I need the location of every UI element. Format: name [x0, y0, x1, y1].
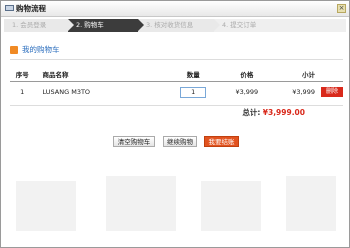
- divider: [10, 59, 343, 60]
- cart-title[interactable]: 我的购物车: [22, 44, 60, 56]
- rss-icon: [10, 46, 18, 54]
- column-header: 商品名称: [34, 67, 165, 82]
- quantity-input[interactable]: [180, 86, 207, 98]
- column-header: 价格: [221, 67, 272, 82]
- price: ¥3,999: [235, 88, 259, 96]
- step-label: 3. 核对收货信息: [146, 21, 194, 29]
- dialog-titlebar: 购物流程 ×: [1, 1, 349, 17]
- column-header: 序号: [10, 67, 35, 82]
- column-header: 小计: [271, 67, 315, 82]
- total-label: 总计:: [242, 108, 261, 117]
- checkout-button[interactable]: 我要结账: [204, 136, 239, 147]
- dialog-title: 购物流程: [16, 4, 46, 13]
- step-label: 2. 购物车: [76, 21, 104, 29]
- table-header-row: 序号 商品名称 数量 价格 小计: [10, 67, 343, 82]
- row-number: 1: [20, 88, 25, 96]
- step-label: 1. 会员登录: [12, 21, 47, 29]
- delete-button[interactable]: 删除: [320, 87, 343, 97]
- table-row: 1 LUSANG M3TO ¥3,999 ¥3,999 删除: [10, 82, 343, 103]
- step-submit-order: 4. 提交订单: [214, 19, 346, 32]
- cart-table: 序号 商品名称 数量 价格 小计 1 LUSANG M3TO ¥3,999 ¥3…: [10, 67, 343, 102]
- shopping-flow-dialog: 购物流程 × 1. 会员登录 2. 购物车 3. 核对收货信息 4. 提交订单 …: [0, 0, 350, 248]
- step-confirm-address: 3. 核对收货信息: [138, 19, 220, 32]
- continue-shopping-button[interactable]: 继续购物: [163, 136, 197, 147]
- total-value: ¥3,999.00: [262, 108, 305, 117]
- divider: [10, 105, 343, 106]
- background-content: [11, 161, 341, 241]
- cart-total: 总计: ¥3,999.00: [242, 108, 305, 118]
- clear-cart-button[interactable]: 清空购物车: [113, 136, 155, 147]
- step-cart: 2. 购物车: [68, 19, 144, 32]
- column-header: 数量: [164, 67, 222, 82]
- close-button[interactable]: ×: [337, 4, 346, 13]
- step-login: 1. 会员登录: [4, 19, 74, 32]
- step-label: 4. 提交订单: [222, 21, 257, 29]
- subtotal: ¥3,999: [292, 88, 315, 96]
- checkout-steps: 1. 会员登录 2. 购物车 3. 核对收货信息 4. 提交订单: [4, 19, 346, 32]
- cart-icon: [5, 5, 14, 11]
- product-name[interactable]: LUSANG M3TO: [35, 82, 165, 103]
